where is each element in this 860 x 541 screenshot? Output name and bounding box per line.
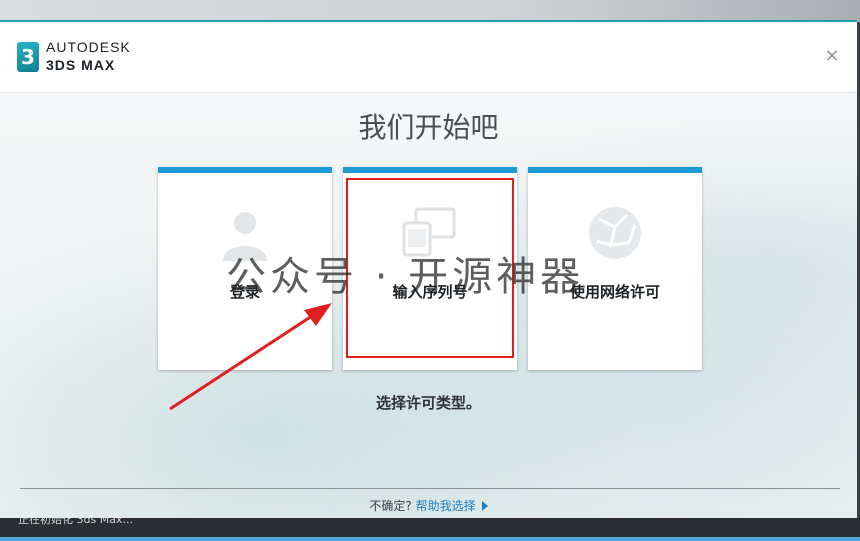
dialog-header: 3 AUTODESK 3DS MAX × xyxy=(0,22,857,93)
logo-brand: AUTODESK xyxy=(46,39,131,55)
bottom-accent-line xyxy=(0,537,860,541)
watermark-text: 公众号 · 开源神器 xyxy=(226,254,585,300)
background-top xyxy=(0,0,860,22)
close-button[interactable]: × xyxy=(824,47,840,65)
help-me-choose-link[interactable]: 帮助我选择 xyxy=(416,499,476,513)
globe-icon xyxy=(589,207,641,259)
logo-badge: 3 xyxy=(17,42,39,72)
play-arrow-icon[interactable] xyxy=(481,501,488,511)
license-dialog: 3 AUTODESK 3DS MAX × 我们开始吧 登录 输入序列号 使用网络… xyxy=(0,20,857,518)
footer-divider xyxy=(20,488,840,489)
footer-question: 不确定? xyxy=(369,499,412,513)
footer: 不确定? 帮助我选择 xyxy=(0,497,857,514)
logo-product: 3DS MAX xyxy=(46,57,116,73)
subtitle: 选择许可类型。 xyxy=(375,394,481,412)
page-title: 我们开始吧 xyxy=(358,111,499,144)
